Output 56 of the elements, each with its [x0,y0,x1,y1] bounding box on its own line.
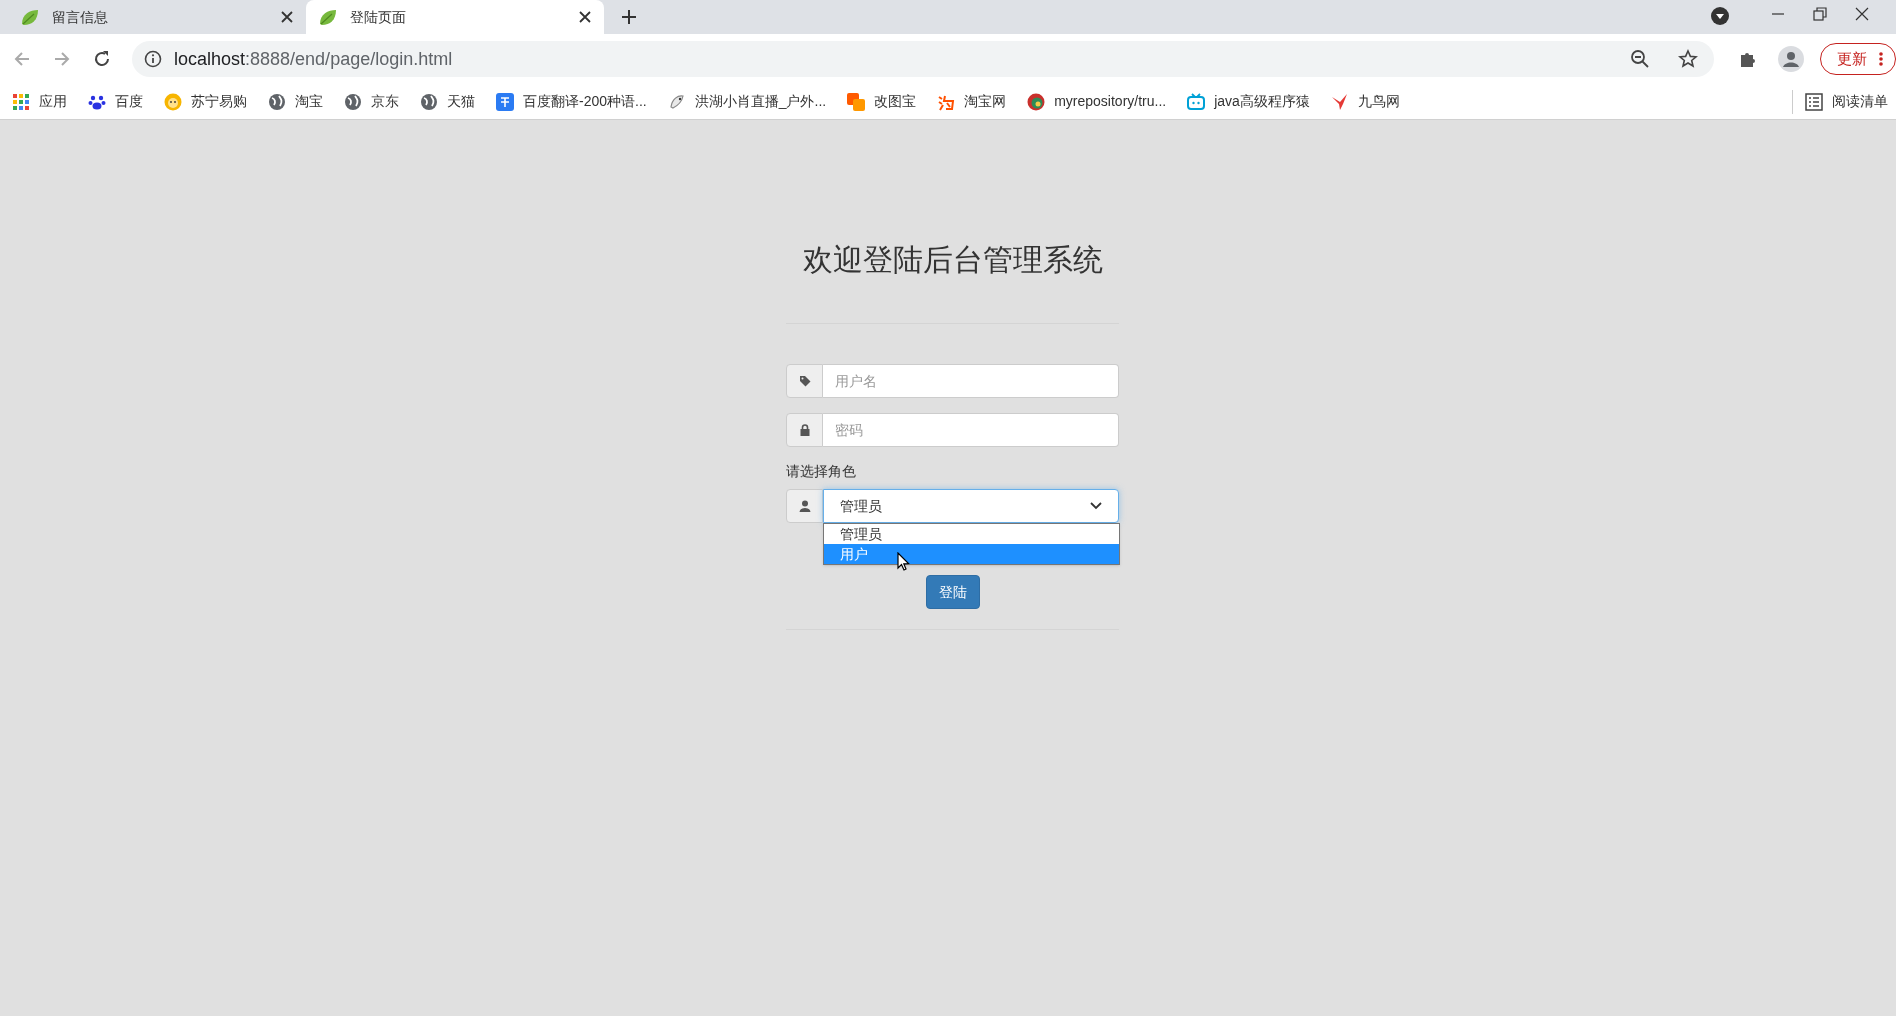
info-icon [144,50,162,68]
list-icon [1805,92,1823,111]
browser-tab[interactable]: 登陆页面 [306,0,604,34]
ring-icon [1027,92,1046,111]
tab-title: 登陆页面 [350,7,407,27]
bookmark-item[interactable]: 洪湖小肖直播_户外... [667,91,827,112]
bookmark-item[interactable]: 改图宝 [847,91,917,112]
bookmark-item[interactable]: 百度翻译-200种语... [496,91,647,112]
bookmark-item[interactable]: 京东 [344,91,399,112]
dropdown-option[interactable]: 管理员 [824,524,1119,544]
more-icon [1879,51,1883,67]
url-text: localhost:8888/end/page/login.html [174,47,454,71]
bookmark-item[interactable]: myrepository/tru... [1027,91,1167,112]
new-tab-icon[interactable] [620,8,638,26]
user-icon [798,500,811,512]
bookmark-item[interactable]: java高级程序猿 [1187,91,1310,112]
tv-icon [1187,92,1206,111]
leaf-icon [20,7,40,27]
username-field[interactable]: 用户名 [823,364,1119,398]
role-select[interactable]: 管理员 [823,489,1119,523]
bookmark-item[interactable]: 淘宝 [268,91,323,112]
zoom-out-icon[interactable] [1630,49,1650,69]
browser-tab[interactable]: 留言信息 [8,0,306,34]
chevron-down-icon [1090,502,1102,510]
close-icon [578,10,592,24]
globe-icon [420,92,438,111]
globe-icon [268,92,286,111]
close-icon[interactable] [1854,6,1870,22]
bird-icon [667,92,686,111]
bookmark-item[interactable]: 苏宁易购 [164,91,247,112]
lock-icon [798,424,811,436]
tab-title: 留言信息 [52,7,109,27]
tab-search-icon[interactable] [1710,6,1730,26]
close-icon [280,10,294,24]
avatar-icon[interactable] [1778,46,1804,72]
restore-icon[interactable] [1812,6,1828,22]
login-button[interactable]: 登陆 [925,575,980,609]
password-field[interactable]: 密码 [823,413,1119,447]
bookmark-item[interactable]: 应用 [12,91,67,112]
translate-icon [496,92,514,111]
bookmark-item[interactable]: 百度 [88,91,143,112]
squares-icon [847,92,866,111]
address-bar[interactable]: localhost:8888/end/page/login.html [132,41,1714,77]
reload-icon[interactable] [92,49,112,69]
apps-icon [12,92,30,111]
bookmark-item[interactable]: 淘宝网 [937,91,1007,112]
role-label: 请选择角色 [786,462,857,481]
bookmark-item[interactable]: 天猫 [420,91,475,112]
leaf-icon [318,7,338,27]
reading-list-button[interactable]: 阅读清单 [1805,91,1888,112]
bookmark-item[interactable]: 九鸟网 [1330,91,1400,112]
tag-icon [798,375,811,387]
globe-icon [344,92,362,111]
page-title: 欢迎登陆后台管理系统 [801,242,1104,278]
star-icon[interactable] [1678,49,1698,69]
lion-icon [164,92,182,111]
